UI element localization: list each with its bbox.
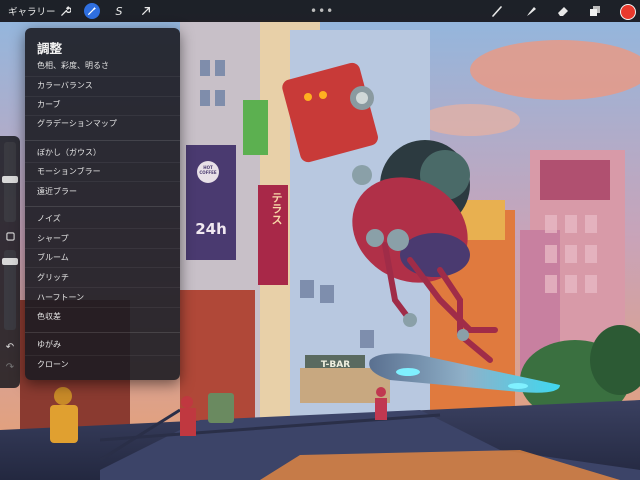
menu-title: 調整 bbox=[37, 41, 63, 56]
brush-size-thumb[interactable] bbox=[2, 176, 18, 183]
menu-item-chromatic-aberration[interactable]: 色収差 bbox=[25, 307, 180, 327]
layers-icon[interactable] bbox=[586, 0, 604, 22]
brush-opacity-slider[interactable] bbox=[2, 250, 18, 330]
coffee-sign-text: HOT COFFEE bbox=[199, 165, 217, 175]
color-swatch-button[interactable] bbox=[620, 4, 636, 20]
menu-item-gradient-map[interactable]: グラデーションマップ bbox=[25, 114, 180, 134]
adjustments-menu: 調整 色相、彩度、明るさ カラーバランス カーブ グラデーションマップ ぼかし（… bbox=[25, 28, 180, 380]
transform-icon[interactable] bbox=[137, 0, 155, 22]
menu-item-clone[interactable]: クローン bbox=[25, 355, 180, 375]
redo-icon[interactable]: ↷ bbox=[0, 362, 20, 373]
menu-item-glitch[interactable]: グリッチ bbox=[25, 268, 180, 288]
selection-icon[interactable]: S bbox=[110, 0, 128, 22]
tbar-sign-text: T-BAR bbox=[320, 360, 351, 370]
menu-item-halftone[interactable]: ハーフトーン bbox=[25, 288, 180, 308]
menu-item-bloom[interactable]: ブルーム bbox=[25, 248, 180, 268]
smudge-icon[interactable] bbox=[522, 0, 540, 22]
menu-item-sharpen[interactable]: シャープ bbox=[25, 229, 180, 249]
menu-item-perspective-blur[interactable]: 遠近ブラー bbox=[25, 182, 180, 202]
menu-item-hue-saturation-brightness[interactable]: 色相、彩度、明るさ bbox=[25, 56, 180, 76]
gallery-button[interactable]: ギャラリー bbox=[8, 0, 56, 22]
menu-item-curves[interactable]: カーブ bbox=[25, 95, 180, 115]
vertical-sign-text: テラス bbox=[270, 192, 283, 225]
menu-item-gaussian-blur[interactable]: ぼかし（ガウス） bbox=[25, 143, 180, 163]
more-options-icon[interactable]: ••• bbox=[310, 0, 334, 22]
brush-opacity-thumb[interactable] bbox=[2, 258, 18, 265]
modify-square-icon[interactable] bbox=[0, 232, 20, 244]
left-sidebar: ↶ ↷ bbox=[0, 136, 20, 388]
eraser-icon[interactable] bbox=[554, 0, 572, 22]
wand-icon[interactable] bbox=[84, 3, 100, 19]
brush-size-slider[interactable] bbox=[2, 142, 18, 222]
brush-icon[interactable] bbox=[488, 0, 506, 22]
top-toolbar: ギャラリー S ••• bbox=[0, 0, 640, 22]
menu-item-motion-blur[interactable]: モーションブラー bbox=[25, 162, 180, 182]
menu-item-color-balance[interactable]: カラーバランス bbox=[25, 76, 180, 96]
undo-icon[interactable]: ↶ bbox=[0, 342, 20, 353]
sign-24h-text: 24h bbox=[195, 220, 227, 238]
menu-item-noise[interactable]: ノイズ bbox=[25, 209, 180, 229]
wrench-icon[interactable] bbox=[56, 0, 74, 22]
menu-item-liquify[interactable]: ゆがみ bbox=[25, 335, 180, 355]
